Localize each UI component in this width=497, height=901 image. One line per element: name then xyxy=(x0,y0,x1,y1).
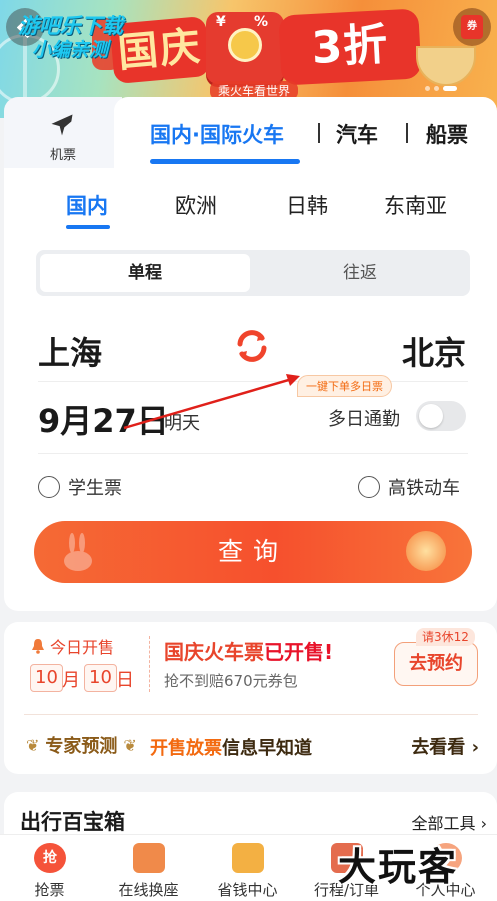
transport-tabs: 机票 国内·国际火车 汽车 船票 xyxy=(4,97,497,169)
search-button[interactable]: 查询 xyxy=(34,521,472,583)
coin-icon xyxy=(228,28,262,62)
ticket-release-info: 开售放票信息早知道 xyxy=(150,734,312,760)
rabbit-icon xyxy=(64,533,92,571)
sale-month-char: 月 xyxy=(62,670,80,691)
student-ticket-option[interactable]: 学生票 xyxy=(38,474,122,500)
high-speed-radio[interactable] xyxy=(358,476,380,498)
coupon-button[interactable]: 券 xyxy=(453,8,491,46)
coupon-icon: 券 xyxy=(461,15,483,39)
all-tools-link[interactable]: 全部工具 › xyxy=(412,810,488,834)
tab-flight[interactable]: 机票 xyxy=(4,97,122,169)
search-button-label: 查询 xyxy=(217,537,288,566)
watermark-line-1: 游吧乐下载 xyxy=(18,14,123,38)
carousel-dots xyxy=(425,86,457,91)
reserve-tag: 请3休12 xyxy=(416,628,475,646)
sale-month-number: 10 xyxy=(30,664,63,692)
sale-divider xyxy=(149,636,150,692)
region-tab-europe[interactable]: 欧洲 xyxy=(175,190,217,220)
high-speed-option[interactable]: 高铁动车 xyxy=(358,474,460,500)
watermark-line-2: 小编亲测 xyxy=(32,39,109,61)
tab-separator xyxy=(406,123,408,143)
swap-cities-icon[interactable] xyxy=(232,326,272,366)
coupon-percent-symbol: % xyxy=(254,14,269,30)
region-tab-domestic[interactable]: 国内 xyxy=(66,190,108,220)
expert-forecast-label: 专家预测 xyxy=(45,736,118,757)
divider xyxy=(38,381,468,382)
toolbox-title: 出行百宝箱 xyxy=(20,810,125,834)
tab-train-underline xyxy=(150,159,300,164)
seat-change-icon xyxy=(133,843,165,873)
nav-seat-change[interactable]: 在线换座 xyxy=(99,835,198,901)
region-tab-japan-korea[interactable]: 日韩 xyxy=(286,190,328,220)
bell-icon xyxy=(32,639,44,654)
tab-separator xyxy=(318,123,320,143)
laurel-right-icon: ❦ xyxy=(123,735,137,755)
nav-grab-tickets-label: 抢票 xyxy=(34,881,65,899)
sale-subtext: 抢不到赔670元券包 xyxy=(164,672,298,690)
student-ticket-label: 学生票 xyxy=(68,478,122,499)
sale-headline-main: 国庆火车票 xyxy=(164,640,264,664)
sale-day-char: 日 xyxy=(116,670,134,691)
reserve-button[interactable]: 去预约 xyxy=(394,642,478,686)
airplane-icon xyxy=(51,114,73,136)
trip-type-toggle: 单程 往返 xyxy=(36,250,470,296)
savings-icon xyxy=(232,843,264,873)
view-more-link[interactable]: 去看看 › xyxy=(411,733,479,759)
divider xyxy=(38,453,468,454)
expert-forecast: ❦ 专家预测 ❦ xyxy=(26,732,137,758)
region-underline xyxy=(66,225,110,229)
departure-date-relative: 明天 xyxy=(164,413,200,434)
student-radio[interactable] xyxy=(38,476,60,498)
departure-city[interactable]: 上海 xyxy=(38,328,102,374)
coupon-yen-symbol: ¥ xyxy=(216,14,226,30)
brand-watermark: 大玩客 xyxy=(338,845,459,889)
nav-savings-center[interactable]: 省钱中心 xyxy=(198,835,297,901)
sale-headline-highlight: 已开售! xyxy=(264,640,334,664)
nav-seat-change-label: 在线换座 xyxy=(118,881,179,899)
main-transport-tabs: 国内·国际火车 汽车 船票 xyxy=(114,97,497,169)
departure-date[interactable]: 9月27日 xyxy=(38,396,169,442)
ticket-release-highlight: 开售放票 xyxy=(150,738,222,759)
commute-toggle[interactable] xyxy=(416,401,466,431)
site-watermark: 游吧乐下载 小编亲测 xyxy=(18,14,123,62)
search-card: 国内 欧洲 日韩 东南亚 单程 往返 上海 北京 一键下单多日票 9月27日 明… xyxy=(4,168,497,611)
holiday-sale-card[interactable]: 今日开售 10 月 10 日 国庆火车票已开售! 抢不到赔670元券包 去预约 … xyxy=(4,622,497,774)
round-trip-option[interactable]: 往返 xyxy=(254,254,466,292)
high-speed-label: 高铁动车 xyxy=(388,478,460,499)
moon-decoration xyxy=(406,531,446,571)
tab-train[interactable]: 国内·国际火车 xyxy=(150,119,284,149)
banner-title-left: 国庆 xyxy=(109,15,211,85)
grab-ticket-icon xyxy=(34,843,66,873)
basket-decoration xyxy=(416,46,476,86)
today-on-sale-label: 今日开售 xyxy=(50,638,115,657)
one-way-option[interactable]: 单程 xyxy=(40,254,250,292)
sale-headline: 国庆火车票已开售! xyxy=(164,636,333,665)
ticket-release-text: 信息早知道 xyxy=(222,738,312,759)
sale-day-number: 10 xyxy=(84,664,117,692)
nav-savings-center-label: 省钱中心 xyxy=(217,881,278,899)
tab-ferry[interactable]: 船票 xyxy=(426,119,468,149)
laurel-left-icon: ❦ xyxy=(26,735,40,755)
multi-day-ticket-tip[interactable]: 一键下单多日票 xyxy=(297,375,392,397)
tab-flight-label: 机票 xyxy=(49,148,76,163)
region-tab-southeast-asia[interactable]: 东南亚 xyxy=(384,190,447,220)
today-on-sale: 今日开售 xyxy=(30,634,114,658)
banner-title-right: 3折GO xyxy=(278,8,422,118)
coupon-graphic: ¥ % xyxy=(206,12,284,84)
nav-grab-tickets[interactable]: 抢票 xyxy=(0,835,99,901)
divider xyxy=(24,714,478,715)
arrival-city[interactable]: 北京 xyxy=(402,328,466,374)
tab-bus[interactable]: 汽车 xyxy=(336,119,378,149)
commute-label: 多日通勤 xyxy=(328,409,400,430)
